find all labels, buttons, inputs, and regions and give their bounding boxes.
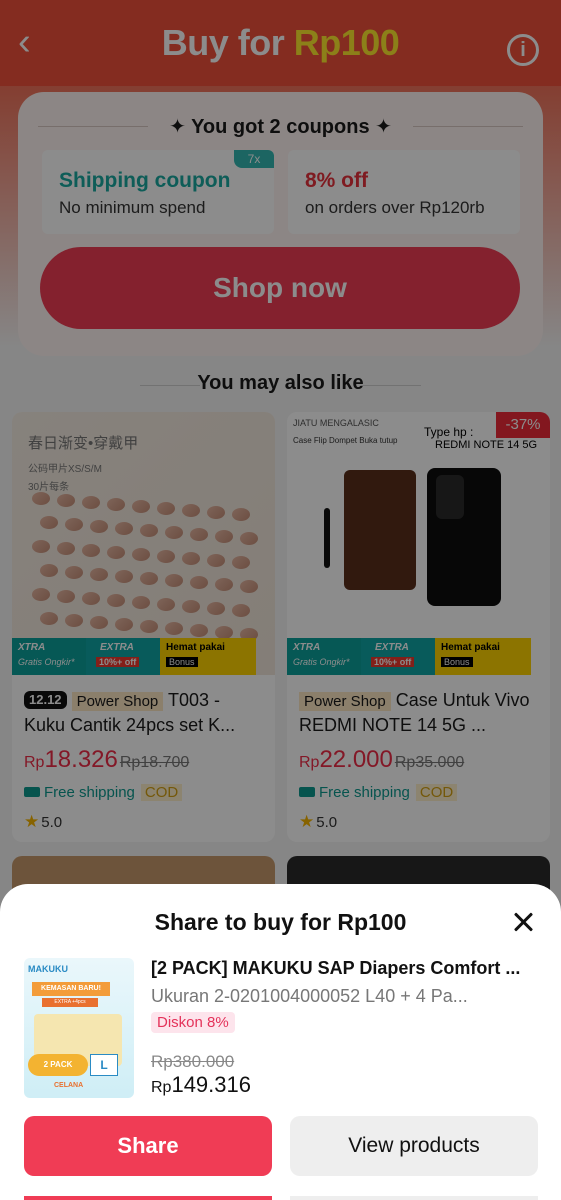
next-row-button-peek bbox=[290, 1196, 538, 1200]
next-row-button-peek bbox=[24, 1196, 272, 1200]
discount-badge: Diskon 8% bbox=[151, 1012, 235, 1033]
thumbnail-banner: KEMASAN BARU! bbox=[32, 982, 110, 996]
thumbnail-size-label: L bbox=[90, 1054, 118, 1076]
product-thumbnail: MAKUKU KEMASAN BARU! EXTRA +4pcs 2 PACK … bbox=[24, 958, 134, 1098]
thumbnail-subbanner: EXTRA +4pcs bbox=[42, 998, 98, 1007]
share-button[interactable]: Share bbox=[24, 1116, 272, 1176]
product-variant: Ukuran 2-0201004000052 L40 + 4 Pa... bbox=[151, 986, 468, 1006]
currency: Rp bbox=[151, 1079, 172, 1096]
view-products-button[interactable]: View products bbox=[290, 1116, 538, 1176]
share-bottom-sheet: Share to buy for Rp100 MAKUKU KEMASAN BA… bbox=[0, 884, 561, 1200]
thumbnail-bottom-label: CELANA bbox=[54, 1082, 84, 1089]
price-value: 149.316 bbox=[171, 1072, 251, 1097]
close-icon[interactable] bbox=[509, 908, 537, 936]
thumbnail-pack-label: 2 PACK bbox=[28, 1054, 88, 1076]
sale-price: Rp149.316 bbox=[151, 1072, 251, 1098]
thumbnail-brand: MAKUKU bbox=[28, 964, 68, 974]
product-name: [2 PACK] MAKUKU SAP Diapers Comfort ... bbox=[151, 958, 521, 978]
original-price: Rp380.000 bbox=[151, 1052, 235, 1071]
sheet-title: Share to buy for Rp100 bbox=[154, 909, 407, 935]
